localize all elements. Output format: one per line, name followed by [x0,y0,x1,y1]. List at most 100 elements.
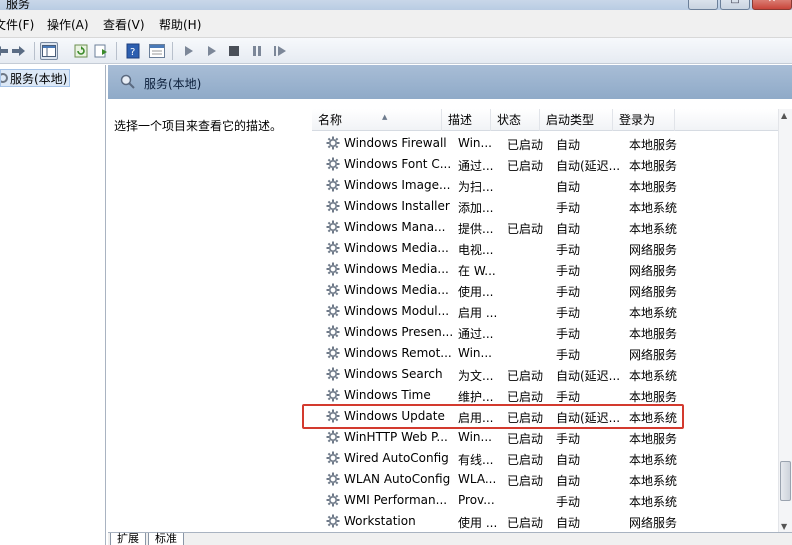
column-header-name[interactable]: ▲ 名称 [312,109,442,131]
window-title: 服务 [6,0,31,10]
cell-log-on-as: 网络服务 [629,243,678,257]
console-tree-icon [42,45,56,57]
gear-icon [1,73,8,83]
table-row[interactable]: Windows Media... 在 W... 手动 网络服务 [312,259,778,280]
forward-button[interactable] [10,42,28,60]
table-row[interactable]: Windows Mana... 提供... 已启动 自动 本地系统 [312,217,778,238]
back-button[interactable] [0,42,10,60]
table-row[interactable]: Windows Firewall Win... 已启动 自动 本地服务 [312,133,778,154]
pause-service-button[interactable] [248,42,266,60]
arrow-right-icon [12,46,25,56]
cell-log-on-as: 网络服务 [629,516,678,530]
table-row[interactable]: Windows Media... 电视... 手动 网络服务 [312,238,778,259]
scrollbar-thumb[interactable] [780,461,791,501]
table-row[interactable]: Windows Time 维护... 已启动 手动 本地服务 [312,385,778,406]
cell-description: WLA... [458,472,497,486]
table-row[interactable]: Windows Installer 添加... 手动 本地系统 [312,196,778,217]
table-row[interactable]: Windows Font C... 通过... 已启动 自动(延迟... 本地服务 [312,154,778,175]
close-icon: ✕ [753,0,791,7]
table-row[interactable]: Windows Update 启用... 已启动 自动(延迟... 本地系统 [302,404,778,429]
toolbar-separator [172,42,173,60]
minimize-icon: – [689,0,717,7]
tab-extended[interactable]: 扩展 [110,533,146,545]
cell-log-on-as: 本地系统 [629,453,678,467]
cell-description: 为扫... [458,180,494,194]
table-row[interactable]: Windows Remot... Win... 手动 网络服务 [312,343,778,364]
cell-status: 已启动 [507,159,544,173]
scroll-down-icon[interactable]: ▼ [781,522,787,531]
stop-service-button[interactable] [225,42,243,60]
menu-help[interactable]: 帮助(H) [159,16,201,33]
service-gear-icon [326,136,340,150]
menu-file[interactable]: 文件(F) [0,16,34,33]
table-row[interactable]: Windows Search 为文... 已启动 自动(延迟... 本地系统 [312,364,778,385]
vertical-scrollbar[interactable]: ▲ ▼ [778,109,792,533]
cell-description: 使用 ... [458,516,498,530]
cell-startup-type: 自动(延迟... [556,159,621,173]
table-row[interactable]: WMI Performan... Prov... 手动 本地系统 [312,490,778,511]
column-header-status[interactable]: 状态 [491,109,540,131]
cell-name: Wired AutoConfig [344,451,449,465]
minimize-button[interactable]: – [688,0,718,10]
cell-startup-type: 手动 [556,348,581,362]
stop-icon [229,46,239,56]
menu-view[interactable]: 查看(V) [103,16,145,33]
table-row[interactable]: Windows Image... 为扫... 自动 本地服务 [312,175,778,196]
show-console-tree-button[interactable] [40,42,58,60]
cell-name: Windows Presen... [344,325,454,339]
start-service-alt-button[interactable] [203,42,221,60]
table-row[interactable]: Windows Modul... 启用 ... 手动 本地系统 [312,301,778,322]
tree-item-services-local[interactable]: 服务(本地) [0,69,71,87]
cell-startup-type: 自动 [556,453,581,467]
cell-status: 已启动 [507,222,544,236]
start-service-button[interactable] [180,42,198,60]
cell-log-on-as: 网络服务 [629,348,678,362]
table-row[interactable]: Workstation 使用 ... 已启动 自动 网络服务 [312,511,778,532]
column-header-description[interactable]: 描述 [442,109,491,131]
cell-startup-type: 手动 [556,201,581,215]
cell-status: 已启动 [507,453,544,467]
service-gear-icon [326,283,340,297]
sort-ascending-icon: ▲ [382,113,388,121]
cell-log-on-as: 本地服务 [629,159,678,173]
cell-status: 已启动 [507,138,544,152]
restart-service-button[interactable] [271,42,289,60]
cell-name: Windows Modul... [344,304,450,318]
toolbar: ? [0,38,792,64]
column-header-startup-type[interactable]: 启动类型 [540,109,613,131]
service-gear-icon [326,367,340,381]
refresh-button[interactable] [72,42,90,60]
help-icon: ? [126,43,140,59]
service-gear-icon [326,493,340,507]
cell-status: 已启动 [507,516,544,530]
cell-description: 通过... [458,159,494,173]
tree-item-label: 服务(本地) [10,71,68,86]
maximize-button[interactable]: □ [720,0,750,10]
cell-description: 为文... [458,369,494,383]
cell-description: 使用... [458,285,494,299]
cell-log-on-as: 网络服务 [629,264,678,278]
cell-description: 提供... [458,222,494,236]
table-row[interactable]: WLAN AutoConfig WLA... 已启动 自动 本地系统 [312,469,778,490]
table-row[interactable]: Wired AutoConfig 有线... 已启动 自动 本地系统 [312,448,778,469]
tab-standard[interactable]: 标准 [148,533,184,545]
cell-log-on-as: 本地服务 [629,390,678,404]
menu-action[interactable]: 操作(A) [47,16,89,33]
properties-button[interactable] [148,42,166,60]
export-list-button[interactable] [92,42,110,60]
highlight-box [302,404,684,429]
table-row[interactable]: Windows Presen... 通过... 手动 本地服务 [312,322,778,343]
service-gear-icon [326,262,340,276]
help-button[interactable]: ? [124,42,142,60]
column-header-log-on-as[interactable]: 登录为 [613,109,675,131]
table-row[interactable]: Windows Media... 使用... 手动 网络服务 [312,280,778,301]
close-button[interactable]: ✕ [752,0,792,10]
scroll-up-icon[interactable]: ▲ [781,111,787,120]
table-row[interactable]: WinHTTP Web P... Win... 已启动 手动 本地服务 [312,427,778,448]
cell-log-on-as: 本地系统 [629,222,678,236]
service-gear-icon [326,178,340,192]
cell-name: Windows Font C... [344,157,452,171]
arrow-left-icon [0,46,8,56]
service-gear-icon [326,304,340,318]
cell-status: 已启动 [507,369,544,383]
